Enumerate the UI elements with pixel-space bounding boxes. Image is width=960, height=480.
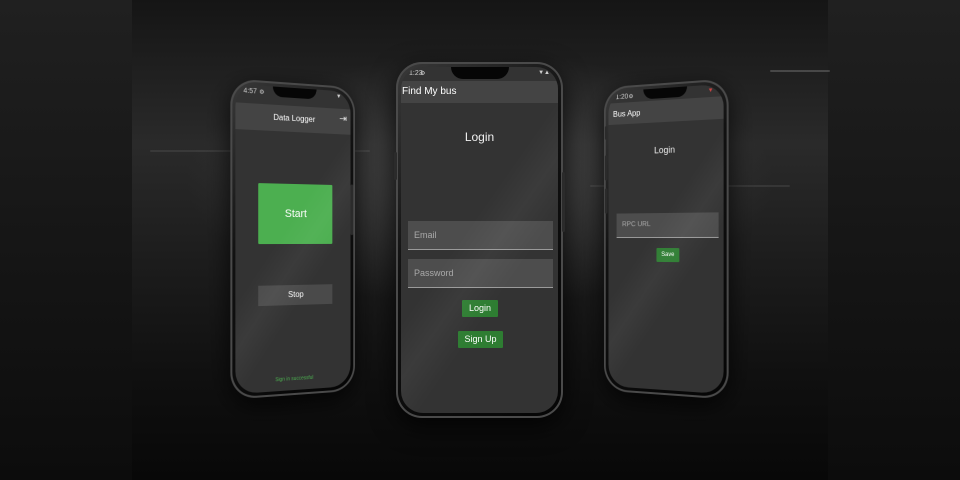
background-side-panel-right (828, 0, 960, 480)
password-input[interactable]: Password (408, 259, 553, 288)
app-title: Find My bus (402, 86, 456, 97)
mockup-scene: 4:57 ⚙ ▼ Data Logger ⇥ Start Stop Sign i… (0, 0, 960, 480)
save-button[interactable]: Save (656, 248, 679, 262)
logout-icon[interactable]: ⇥ (339, 114, 347, 125)
login-heading: Login (608, 142, 723, 157)
screen-glare (608, 84, 723, 394)
phone-data-logger: 4:57 ⚙ ▼ Data Logger ⇥ Start Stop Sign i… (230, 78, 355, 399)
rpc-url-input[interactable]: RPC URL (617, 212, 719, 238)
background-light-streak (770, 70, 830, 72)
app-bar: Data Logger ⇥ (235, 102, 350, 134)
phone-side-button (351, 184, 354, 235)
wifi-status-icon: ▼ (708, 88, 714, 95)
login-heading: Login (401, 130, 558, 144)
phone-side-button (394, 152, 397, 180)
sign-up-button[interactable]: Sign Up (458, 331, 503, 348)
background-side-panel-left (0, 0, 132, 480)
status-time: 4:57 (243, 87, 256, 95)
save-button-label: Save (656, 248, 679, 262)
phone-side-button (605, 126, 608, 140)
phone-screen: 1:23 ⚙ ▼▲ Find My bus Login Email Passwo… (401, 67, 558, 413)
settings-status-icon: ⚙ (420, 70, 425, 77)
phone-find-my-bus: 1:23 ⚙ ▼▲ Find My bus Login Email Passwo… (396, 62, 563, 418)
phone-screen: 1:20 ⚙ ▼ Bus App Login RPC URL Save (608, 84, 723, 394)
login-button-label: Login (462, 300, 498, 317)
start-button-label: Start (258, 183, 332, 244)
email-placeholder: Email (414, 230, 437, 240)
settings-status-icon: ⚙ (259, 89, 264, 96)
wifi-status-icon: ▼ (336, 94, 341, 100)
password-placeholder: Password (414, 268, 454, 278)
phone-side-button (562, 172, 565, 232)
phone-bus-app: 1:20 ⚙ ▼ Bus App Login RPC URL Save (604, 78, 729, 399)
sign-up-button-label: Sign Up (458, 331, 503, 348)
app-title: Bus App (613, 108, 640, 118)
stop-button[interactable]: Stop (258, 284, 332, 306)
phone-notch (451, 67, 509, 79)
app-bar: Find My bus (401, 81, 558, 103)
status-message: Sign in successful (235, 372, 350, 385)
app-title: Data Logger (235, 111, 350, 126)
status-time: 1:20 (616, 93, 628, 101)
phone-side-button (605, 155, 608, 180)
rpc-url-placeholder: RPC URL (622, 221, 650, 228)
email-input[interactable]: Email (408, 221, 553, 250)
start-button[interactable]: Start (258, 183, 332, 244)
login-button[interactable]: Login (462, 300, 498, 317)
phone-screen: 4:57 ⚙ ▼ Data Logger ⇥ Start Stop Sign i… (235, 84, 350, 394)
settings-status-icon: ⚙ (628, 93, 633, 100)
stop-button-label: Stop (258, 284, 332, 306)
wifi-status-icon: ▼▲ (538, 70, 550, 76)
phone-side-button (605, 188, 608, 213)
